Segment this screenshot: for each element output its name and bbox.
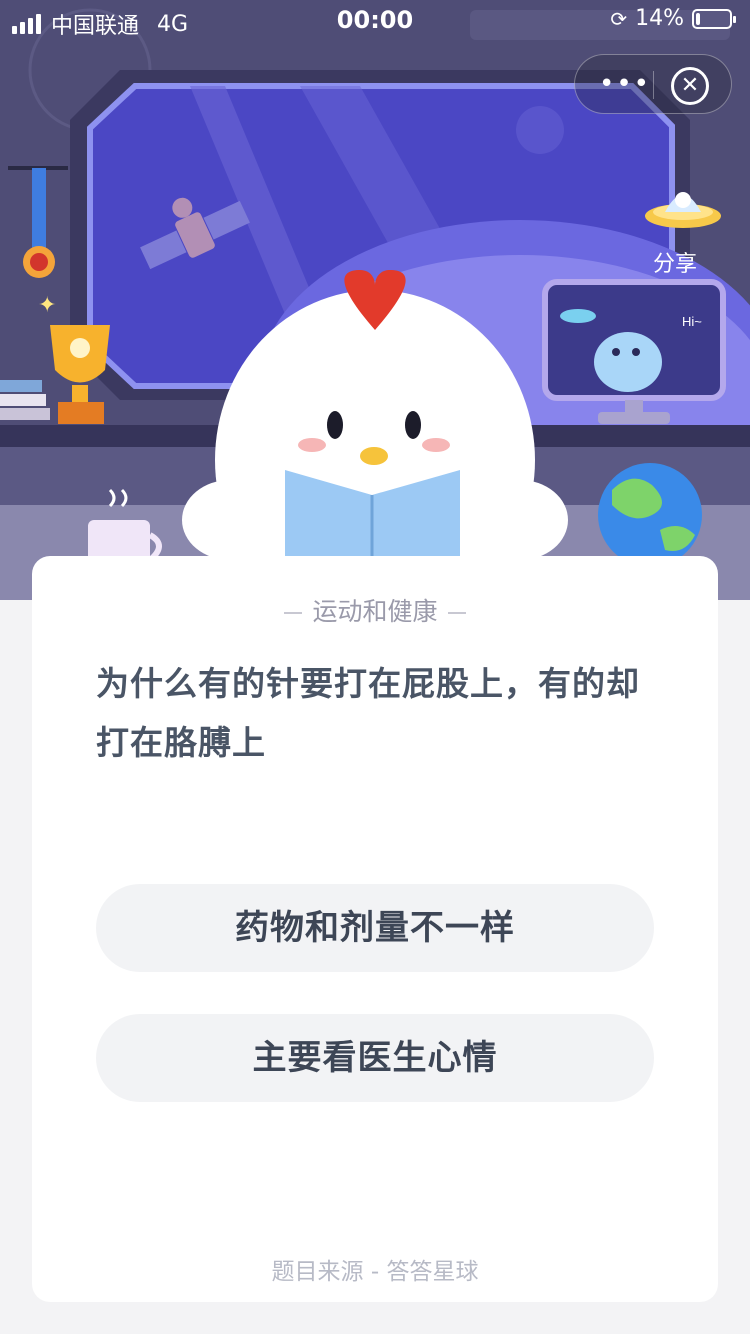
battery-level-fill: [696, 12, 700, 25]
battery-percent: 14%: [635, 6, 684, 31]
ufo-share-icon: [645, 192, 721, 228]
status-bar: 中国联通 4G 00:00 ⟳ 14%: [0, 0, 750, 40]
answer-option-2[interactable]: 主要看医生心情: [96, 1014, 654, 1102]
question-source: 题目来源 - 答答星球: [271, 1259, 479, 1285]
question-card: 运动和健康 为什么有的针要打在屁股上，有的却打在胳膊上 药物和剂量不一样 主要看…: [32, 556, 718, 1302]
svg-text:✦: ✦: [38, 293, 56, 318]
category-dash-right: [447, 612, 466, 614]
capsule-divider: [653, 71, 654, 99]
question-text: 为什么有的针要打在屁股上，有的却打在胳膊上: [96, 664, 640, 762]
miniprogram-capsule: ••• ✕: [574, 54, 732, 114]
orientation-lock-icon: ⟳: [610, 6, 628, 31]
more-menu-button[interactable]: •••: [599, 69, 649, 99]
category-dash-left: [284, 612, 303, 614]
status-right: ⟳ 14%: [610, 6, 736, 31]
question-category: 运动和健康: [32, 592, 718, 628]
share-button[interactable]: 分享: [640, 178, 726, 278]
close-button[interactable]: ✕: [671, 67, 709, 105]
battery-icon: [692, 8, 736, 29]
monitor-hi-text: Hi~: [682, 314, 702, 329]
share-label: 分享: [652, 252, 697, 277]
category-label: 运动和健康: [312, 597, 438, 626]
answer-option-1[interactable]: 药物和剂量不一样: [96, 884, 654, 972]
